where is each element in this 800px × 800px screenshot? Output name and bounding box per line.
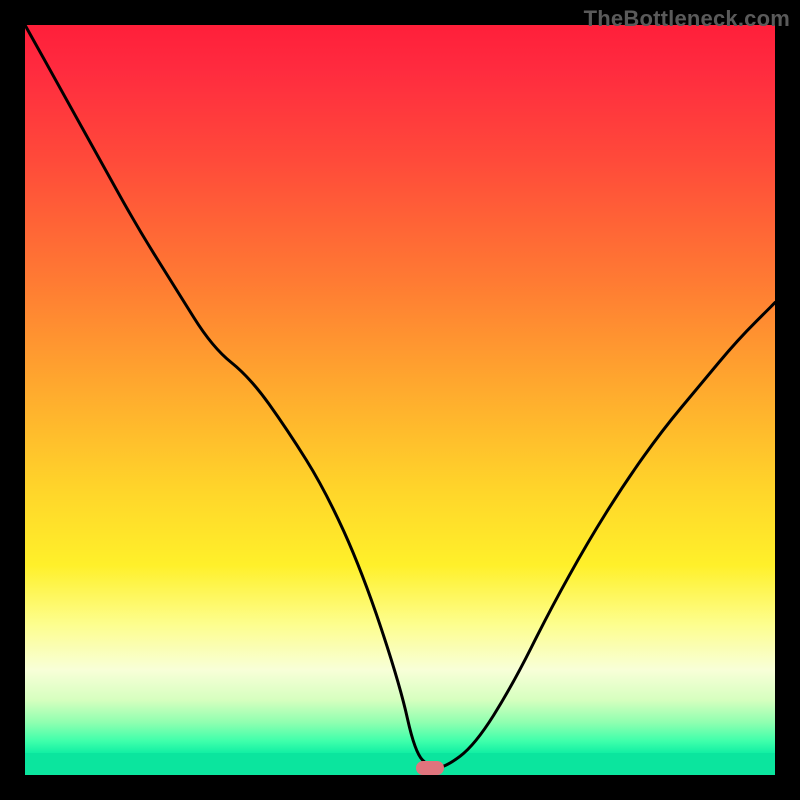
bottleneck-curve-path <box>25 25 775 768</box>
curve-layer <box>25 25 775 775</box>
chart-frame: TheBottleneck.com <box>0 0 800 800</box>
optimal-point-marker <box>416 761 444 775</box>
plot-area <box>25 25 775 775</box>
watermark-text: TheBottleneck.com <box>584 6 790 32</box>
